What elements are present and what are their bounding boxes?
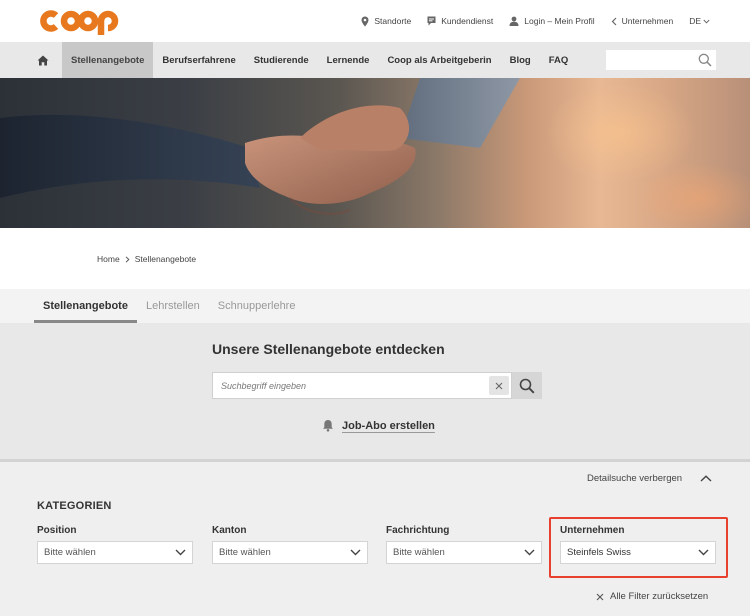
filter-label: Fachrichtung	[386, 525, 450, 536]
nav-search	[606, 50, 716, 70]
reset-filters-button[interactable]: Alle Filter zurücksetzen	[596, 591, 708, 602]
search-icon[interactable]	[698, 53, 712, 72]
language-label: DE	[689, 16, 701, 26]
search-title: Unsere Stellenangebote entdecken	[212, 341, 445, 357]
tab-stellenangebote[interactable]: Stellenangebote	[34, 289, 137, 323]
search-icon	[519, 378, 535, 393]
search-button[interactable]	[512, 372, 542, 399]
toplink-label: Login – Mein Profil	[524, 16, 595, 26]
home-icon	[37, 55, 49, 65]
filter-label: Kanton	[212, 525, 247, 536]
filter-section: Detailsuche verbergen KATEGORIEN Positio…	[0, 462, 750, 616]
clear-search-button[interactable]	[489, 376, 509, 395]
toplink-standorte[interactable]: Standorte	[361, 16, 411, 27]
toplink-kundendienst[interactable]: Kundendienst	[427, 16, 493, 26]
job-abo-label: Job-Abo erstellen	[342, 419, 435, 432]
select-value: Bitte wählen	[219, 547, 271, 558]
close-icon	[495, 382, 503, 389]
nav-item-blog[interactable]: Blog	[501, 42, 540, 78]
tabs-bar: Stellenangebote Lehrstellen Schnupperleh…	[0, 289, 750, 323]
breadcrumb-current: Stellenangebote	[134, 254, 197, 264]
chevron-right-icon	[125, 255, 130, 263]
nav-item-studierende[interactable]: Studierende	[245, 42, 318, 78]
chevron-down-icon	[175, 549, 186, 556]
chevron-down-icon	[703, 19, 710, 24]
toggle-detail-search[interactable]: Detailsuche verbergen	[587, 473, 712, 484]
search-box	[212, 372, 512, 399]
tab-lehrstellen[interactable]: Lehrstellen	[137, 289, 209, 323]
chevron-down-icon	[698, 549, 709, 556]
kanton-select[interactable]: Bitte wählen	[212, 541, 368, 564]
filter-label: Position	[37, 525, 77, 536]
coop-logo-mark	[40, 10, 119, 35]
nav-home-button[interactable]	[30, 42, 56, 78]
categories-heading: KATEGORIEN	[37, 500, 112, 512]
search-section: Unsere Stellenangebote entdecken Job-Abo…	[0, 323, 750, 460]
nav-item-berufserfahrene[interactable]: Berufserfahrene	[153, 42, 244, 78]
handshake-illustration	[0, 78, 520, 215]
select-value: Bitte wählen	[393, 547, 445, 558]
nav-item-lernende[interactable]: Lernende	[318, 42, 379, 78]
nav-item-stellenangebote[interactable]: Stellenangebote	[62, 42, 154, 78]
top-bar: Standorte Kundendienst Login – Mein Prof…	[0, 0, 750, 42]
filter-kanton: Kanton Bitte wählen	[212, 525, 368, 564]
bell-icon	[323, 420, 333, 432]
job-search-input[interactable]	[213, 373, 483, 398]
select-value: Steinfels Swiss	[567, 547, 631, 558]
chevron-left-icon	[611, 17, 617, 25]
chevron-down-icon	[350, 549, 361, 556]
breadcrumb: Home Stellenangebote	[97, 254, 196, 264]
chevron-down-icon	[524, 549, 535, 556]
fachrichtung-select[interactable]: Bitte wählen	[386, 541, 542, 564]
toplink-login[interactable]: Login – Mein Profil	[509, 16, 595, 26]
coop-logo[interactable]	[38, 6, 122, 36]
location-pin-icon	[361, 16, 369, 26]
toplink-label: Standorte	[374, 16, 412, 26]
filter-fachrichtung: Fachrichtung Bitte wählen	[386, 525, 542, 564]
toplink-label: Kundendienst	[441, 16, 494, 26]
user-icon	[509, 16, 519, 26]
filter-unternehmen: Unternehmen Steinfels Swiss	[560, 525, 716, 564]
toggle-label: Detailsuche verbergen	[587, 473, 683, 484]
chevron-up-icon	[700, 475, 712, 482]
select-value: Bitte wählen	[44, 547, 96, 558]
top-links: Standorte Kundendienst Login – Mein Prof…	[361, 0, 710, 42]
nav-items: Stellenangebote Berufserfahrene Studiere…	[62, 42, 577, 78]
position-select[interactable]: Bitte wählen	[37, 541, 193, 564]
tabs: Stellenangebote Lehrstellen Schnupperleh…	[34, 289, 304, 323]
nav-item-faq[interactable]: FAQ	[540, 42, 578, 78]
hero-image	[0, 78, 750, 228]
toplink-unternehmen[interactable]: Unternehmen	[611, 16, 674, 26]
chat-icon	[427, 16, 436, 26]
job-abo-link[interactable]: Job-Abo erstellen	[322, 419, 435, 432]
reset-filters-label: Alle Filter zurücksetzen	[610, 591, 709, 602]
language-selector[interactable]: DE	[689, 16, 710, 26]
unternehmen-select[interactable]: Steinfels Swiss	[560, 541, 716, 564]
close-icon	[596, 593, 604, 600]
breadcrumb-home[interactable]: Home	[97, 254, 120, 264]
filter-label: Unternehmen	[560, 525, 625, 536]
tab-schnupperlehre[interactable]: Schnupperlehre	[209, 289, 305, 323]
filter-position: Position Bitte wählen	[37, 525, 193, 564]
nav-search-input[interactable]	[606, 50, 692, 70]
toplink-label: Unternehmen	[621, 16, 674, 26]
main-nav: Stellenangebote Berufserfahrene Studiere…	[0, 42, 750, 78]
nav-item-arbeitgeberin[interactable]: Coop als Arbeitgeberin	[378, 42, 500, 78]
